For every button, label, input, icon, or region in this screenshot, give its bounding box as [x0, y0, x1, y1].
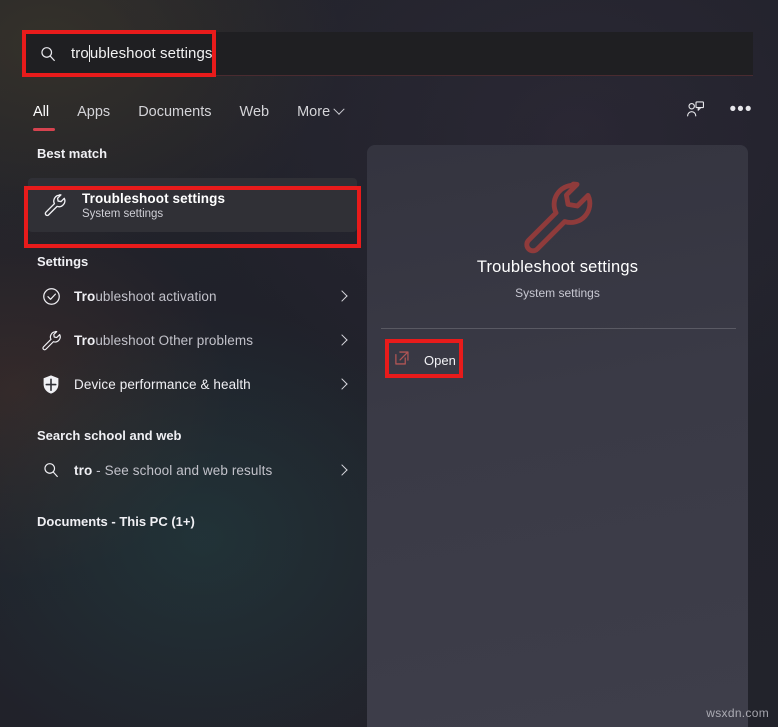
- search-text-after-caret: ubleshoot settings: [89, 45, 213, 62]
- watermark: wsxdn.com: [706, 706, 769, 720]
- list-item-web-search[interactable]: tro - See school and web results: [28, 448, 357, 492]
- search-header-actions: •••: [680, 94, 756, 124]
- list-item-troubleshoot-activation[interactable]: Troubleshoot activation: [28, 274, 357, 318]
- tab-more[interactable]: More: [297, 101, 362, 123]
- tab-web-label: Web: [239, 104, 270, 120]
- search-icon: [25, 45, 71, 63]
- search-bar[interactable]: tro ubleshoot settings: [25, 32, 753, 76]
- open-button-label: Open: [424, 352, 456, 368]
- list-item-device-performance-health[interactable]: Device performance & health: [28, 362, 357, 406]
- chevron-right-icon[interactable]: [327, 378, 357, 390]
- search-input[interactable]: tro ubleshoot settings: [71, 45, 213, 62]
- tab-documents-label: Documents: [138, 104, 212, 120]
- search-results-list: Best match Troubleshoot settings System …: [0, 140, 367, 534]
- tab-apps[interactable]: Apps: [77, 101, 129, 123]
- chevron-right-icon[interactable]: [327, 464, 357, 476]
- search-icon: [28, 461, 74, 479]
- more-options-button[interactable]: •••: [726, 94, 756, 124]
- section-heading-documents: Documents - This PC (1+): [37, 513, 195, 529]
- list-item-label: Troubleshoot Other problems: [74, 332, 254, 348]
- best-match-result[interactable]: Troubleshoot settings System settings: [28, 178, 357, 232]
- wrench-icon: [28, 192, 82, 218]
- feedback-person-icon[interactable]: [680, 94, 710, 124]
- best-match-title: Troubleshoot settings: [82, 190, 226, 206]
- wrench-icon-large: [367, 175, 748, 259]
- search-text-before-caret: tro: [71, 45, 89, 62]
- tab-apps-label: Apps: [77, 104, 111, 120]
- list-item-label: tro - See school and web results: [74, 462, 273, 478]
- list-item-label: Device performance & health: [74, 376, 251, 392]
- section-heading-settings: Settings: [37, 253, 89, 269]
- preview-title: Troubleshoot settings: [476, 258, 639, 276]
- windows-search-overlay: tro ubleshoot settings All Apps Documents…: [0, 0, 778, 727]
- wrench-icon: [28, 329, 74, 352]
- tab-more-label: More: [297, 104, 331, 120]
- preview-subtitle: System settings: [515, 286, 600, 300]
- tab-documents[interactable]: Documents: [138, 101, 230, 123]
- tab-all-label: All: [33, 104, 50, 120]
- section-heading-best-match: Best match: [37, 145, 108, 161]
- tab-all[interactable]: All: [33, 101, 68, 131]
- open-external-icon: [393, 349, 411, 372]
- tab-web[interactable]: Web: [240, 101, 289, 123]
- preview-divider: [381, 328, 736, 329]
- chevron-right-icon[interactable]: [327, 290, 357, 302]
- result-filter-tabs: All Apps Documents Web More: [33, 96, 371, 131]
- open-button[interactable]: Open: [387, 343, 470, 377]
- preview-panel: Troubleshoot settings System settings Op…: [367, 145, 748, 727]
- best-match-subtitle: System settings: [82, 207, 164, 220]
- checkmark-circle-icon: [28, 286, 74, 307]
- shield-icon: [28, 374, 74, 395]
- list-item-troubleshoot-other-problems[interactable]: Troubleshoot Other problems: [28, 318, 357, 362]
- chevron-right-icon[interactable]: [327, 334, 357, 346]
- chevron-down-icon: [333, 103, 345, 115]
- list-item-label: Troubleshoot activation: [74, 288, 217, 304]
- section-heading-search-web: Search school and web: [37, 427, 182, 443]
- more-options-label: •••: [729, 98, 753, 120]
